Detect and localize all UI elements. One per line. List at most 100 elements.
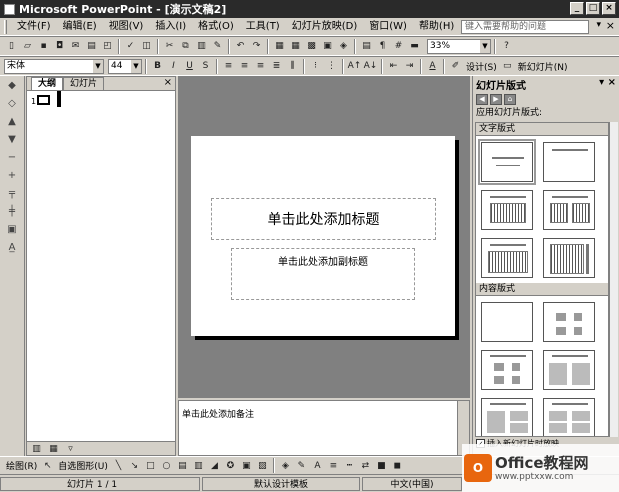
insert-picture-icon[interactable]: ▣ (320, 39, 335, 54)
3d-style-icon[interactable]: ◼ (390, 458, 405, 473)
help-icon[interactable]: ? (499, 39, 514, 54)
textbox-icon[interactable]: ▤ (175, 458, 190, 473)
wordart-icon[interactable]: ◢ (207, 458, 222, 473)
arrow-icon[interactable]: ↘ (127, 458, 142, 473)
draw-menu-button[interactable]: 绘图(R) (4, 459, 39, 472)
design-icon[interactable]: ✐ (448, 59, 463, 74)
open-icon[interactable]: ▱ (20, 39, 35, 54)
align-left-icon[interactable]: ≡ (221, 59, 236, 74)
task-pane-controls[interactable]: ▾ × (599, 77, 616, 88)
show-grid-icon[interactable]: # (391, 39, 406, 54)
line-icon[interactable]: ╲ (111, 458, 126, 473)
menu-format[interactable]: 格式(O) (192, 19, 240, 35)
collapse-all-icon[interactable]: ╤ (4, 188, 20, 202)
paste-icon[interactable]: ▥ (194, 39, 209, 54)
menu-tools[interactable]: 工具(T) (240, 19, 286, 35)
line-style-icon[interactable]: ≡ (326, 458, 341, 473)
save-icon[interactable]: ▪ (36, 39, 51, 54)
layout-title-slide[interactable] (478, 139, 536, 185)
zoom-select[interactable]: 33% ▼ (427, 38, 491, 54)
layout-blank[interactable] (481, 302, 533, 342)
notes-pane[interactable]: 单击此处添加备注 (178, 400, 470, 456)
forward-icon[interactable]: ▶ (490, 93, 502, 105)
rectangle-icon[interactable]: □ (143, 458, 158, 473)
chart-icon[interactable]: ▦ (272, 39, 287, 54)
menu-edit[interactable]: 编辑(E) (57, 19, 103, 35)
numbering-icon[interactable]: ⁝ (308, 59, 323, 74)
chevron-down-icon[interactable]: ▼ (131, 59, 141, 73)
line-color-icon[interactable]: ✎ (294, 458, 309, 473)
new-slide-icon[interactable]: ▭ (500, 59, 515, 74)
align-right-icon[interactable]: ≡ (253, 59, 268, 74)
layout-vertical-title-text[interactable] (543, 238, 595, 278)
arrow-style-icon[interactable]: ⇄ (358, 458, 373, 473)
expand-all-icon[interactable]: ▤ (359, 39, 374, 54)
demote-icon[interactable]: ◇ (4, 98, 20, 112)
research-icon[interactable]: ◫ (139, 39, 154, 54)
layout-vertical-text[interactable] (481, 238, 533, 278)
format-painter-icon[interactable]: ✎ (210, 39, 225, 54)
font-size-select[interactable]: 44 ▼ (108, 58, 142, 74)
justify-icon[interactable]: ≣ (269, 59, 284, 74)
font-select[interactable]: 宋体 ▼ (4, 58, 104, 74)
decrease-font-button[interactable]: A↓ (363, 59, 378, 74)
subtitle-placeholder[interactable]: 单击此处添加副标题 (231, 248, 415, 300)
cut-icon[interactable]: ✂ (162, 39, 177, 54)
table-icon[interactable]: ▦ (288, 39, 303, 54)
autoshapes-button[interactable]: 自选图形(U) (56, 459, 110, 472)
select-arrow-icon[interactable]: ↖ (40, 458, 55, 473)
back-icon[interactable]: ◀ (476, 93, 488, 105)
collapse-icon[interactable]: − (4, 152, 20, 166)
oval-icon[interactable]: ○ (159, 458, 174, 473)
menu-help[interactable]: 帮助(H) (413, 19, 460, 35)
close-button[interactable]: × (602, 2, 616, 15)
insert-diagram-icon[interactable]: ◈ (336, 39, 351, 54)
bold-button[interactable]: B (150, 59, 165, 74)
color-grayscale-icon[interactable]: ▬ (407, 39, 422, 54)
layout-content[interactable] (543, 302, 595, 342)
shadow-style-icon[interactable]: ■ (374, 458, 389, 473)
italic-button[interactable]: I (166, 59, 181, 74)
new-slide-button[interactable]: 新幻灯片(N) (516, 60, 570, 73)
layout-title-text[interactable] (481, 190, 533, 230)
close-icon[interactable]: × (164, 77, 172, 88)
font-color-icon[interactable]: A (310, 458, 325, 473)
slideshow-view-icon[interactable]: ▿ (63, 441, 78, 456)
layout-title-only[interactable] (543, 142, 595, 182)
dash-style-icon[interactable]: ┅ (342, 458, 357, 473)
copy-icon[interactable]: ⧉ (178, 39, 193, 54)
layout-title-two-content[interactable] (543, 350, 595, 390)
layout-title-content[interactable] (481, 350, 533, 390)
tab-slides[interactable]: 幻灯片 (63, 77, 105, 90)
diagram-icon[interactable]: ✪ (223, 458, 238, 473)
show-formatting-icon[interactable]: A̲ (4, 242, 20, 256)
normal-view-icon[interactable]: ▥ (29, 441, 44, 456)
chevron-down-icon[interactable]: ▼ (93, 59, 103, 73)
menu-file[interactable]: 文件(F) (11, 19, 57, 35)
menu-window[interactable]: 窗口(W) (363, 19, 413, 35)
toolbar-grip[interactable] (4, 19, 7, 34)
email-icon[interactable]: ✉ (68, 39, 83, 54)
help-search-input[interactable]: 键入需要帮助的问题 (461, 20, 589, 34)
promote-icon[interactable]: ◆ (4, 80, 20, 94)
shadow-button[interactable]: S (198, 59, 213, 74)
expand-all-icon[interactable]: ╪ (4, 206, 20, 220)
design-button[interactable]: 设计(S) (464, 60, 499, 73)
align-center-icon[interactable]: ≡ (237, 59, 252, 74)
move-up-icon[interactable]: ▲ (4, 116, 20, 130)
task-pane-scrollbar[interactable] (609, 122, 618, 437)
menu-slideshow[interactable]: 幻灯片放映(D) (286, 19, 364, 35)
print-icon[interactable]: ▤ (84, 39, 99, 54)
bullets-icon[interactable]: ⋮ (324, 59, 339, 74)
slide-icon[interactable] (37, 95, 50, 105)
clipart-icon[interactable]: ▣ (239, 458, 254, 473)
picture-icon[interactable]: ▨ (255, 458, 270, 473)
layout-two-column-text[interactable] (543, 190, 595, 230)
expand-icon[interactable]: + (4, 170, 20, 184)
help-dropdown-icon[interactable]: ▾ (596, 20, 601, 30)
increase-font-button[interactable]: A↑ (347, 59, 362, 74)
notes-placeholder[interactable]: 单击此处添加备注 (182, 407, 254, 420)
minimize-button[interactable]: _ (570, 2, 584, 15)
increase-indent-icon[interactable]: ⇥ (402, 59, 417, 74)
decrease-indent-icon[interactable]: ⇤ (386, 59, 401, 74)
